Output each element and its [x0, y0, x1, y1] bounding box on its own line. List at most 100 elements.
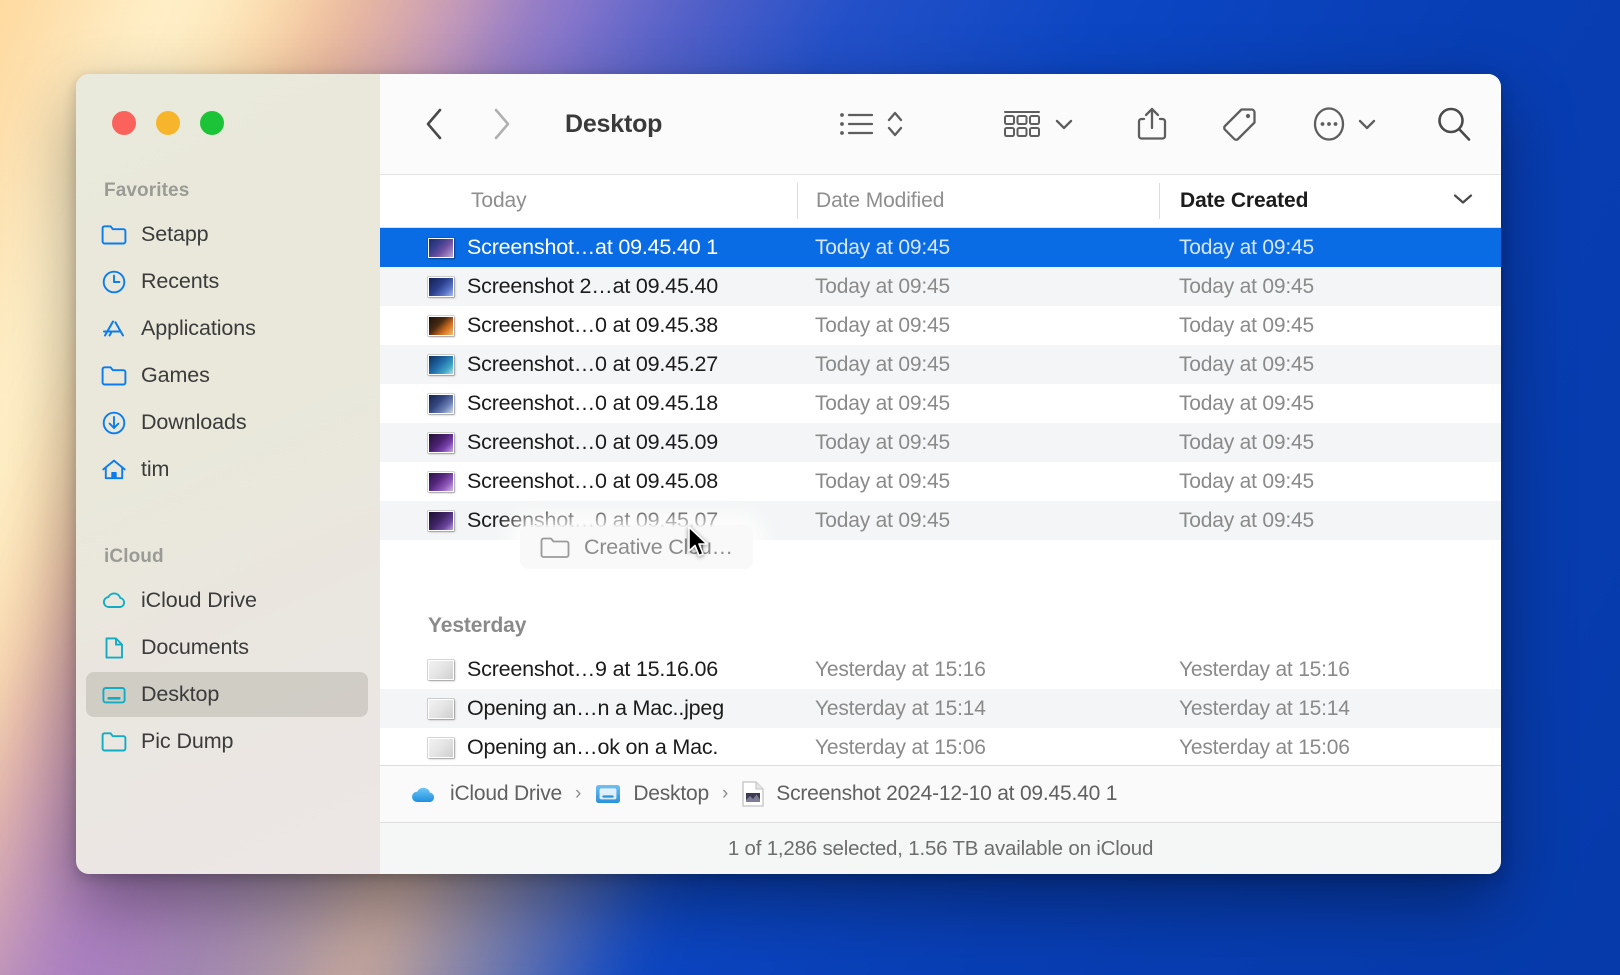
sidebar-item-icloud-drive[interactable]: iCloud Drive	[86, 578, 368, 623]
table-row[interactable]: Screenshot 2…at 09.45.40 Today at 09:45 To…	[380, 267, 1501, 306]
back-button[interactable]	[414, 107, 454, 141]
list-view-icon	[840, 113, 874, 135]
chevron-left-icon	[426, 108, 442, 140]
sidebar-item-documents[interactable]: Documents	[86, 625, 368, 670]
table-row[interactable]: Screenshot…0 at 09.45.08 Today at 09:45 To…	[380, 462, 1501, 501]
breadcrumb-item[interactable]: Screenshot 2024-12-10 at 09.45.40 1	[741, 780, 1117, 808]
search-icon	[1438, 107, 1471, 141]
maximize-button[interactable]	[200, 111, 224, 135]
group-by-button[interactable]	[1001, 107, 1043, 141]
date-created-cell: Yesterday at 15:06	[1179, 735, 1350, 759]
sidebar-item-label: Desktop	[141, 682, 220, 706]
sidebar-item-label: Recents	[141, 269, 220, 293]
search-button[interactable]	[1435, 105, 1473, 143]
forward-button[interactable]	[482, 107, 522, 141]
desktop-folder-icon	[594, 782, 622, 806]
group-grid-icon	[1004, 111, 1040, 137]
date-modified-cell: Yesterday at 15:06	[815, 735, 986, 759]
date-created-cell: Today at 09:45	[1179, 235, 1314, 259]
sidebar-item-pic-dump[interactable]: Pic Dump	[86, 719, 368, 764]
column-header-name[interactable]: Today	[380, 189, 797, 213]
sidebar-section-icloud-title: iCloud	[104, 546, 164, 567]
chevron-up-down-icon	[887, 111, 903, 137]
file-thumbnail-icon	[428, 432, 454, 453]
toolbar-actions	[839, 105, 1473, 143]
sort-order-button[interactable]	[885, 107, 905, 141]
tags-button[interactable]	[1222, 106, 1258, 142]
minimize-button[interactable]	[156, 111, 180, 135]
table-row[interactable]: Screenshot…9 at 15.16.06 Yesterday at 15:…	[380, 650, 1501, 689]
home-icon	[101, 457, 127, 483]
table-row[interactable]: Screenshot…0 at 09.45.38 Today at 09:45 To…	[380, 306, 1501, 345]
folder-icon	[101, 363, 127, 389]
file-thumbnail-icon	[428, 354, 454, 375]
date-modified-cell: Yesterday at 15:14	[815, 696, 986, 720]
file-name-label: Opening an…ok on a Mac.	[467, 735, 719, 759]
document-icon	[101, 635, 127, 661]
desktop-icon	[101, 682, 127, 708]
folder-outline-icon	[540, 537, 570, 558]
sidebar-item-label: Downloads	[141, 410, 247, 434]
date-modified-cell: Today at 09:45	[815, 469, 950, 493]
sidebar-icloud-list: iCloud Drive Documents Desktop Pic Dump	[76, 578, 380, 764]
date-modified-cell: Today at 09:45	[815, 274, 950, 298]
date-created-cell: Yesterday at 15:14	[1179, 696, 1350, 720]
table-row[interactable]: Screenshot…0 at 09.45.09 Today at 09:45 To…	[380, 423, 1501, 462]
tag-icon	[1223, 108, 1256, 141]
file-name-cell: Screenshot…0 at 09.45.09	[380, 430, 797, 455]
sidebar-item-downloads[interactable]: Downloads	[86, 400, 368, 445]
breadcrumb-item[interactable]: Desktop	[594, 782, 709, 806]
more-options-dropdown[interactable]	[1357, 117, 1377, 131]
sidebar-item-setapp[interactable]: Setapp	[86, 212, 368, 257]
date-created-cell: Today at 09:45	[1179, 391, 1314, 415]
column-header-date-modified[interactable]: Date Modified	[797, 183, 1159, 219]
clock-icon	[101, 269, 127, 295]
column-header-date-created[interactable]: Date Created	[1159, 183, 1501, 219]
sidebar-section-favorites-title: Favorites	[104, 180, 190, 201]
breadcrumb-separator: ›	[721, 783, 729, 804]
file-thumbnail-icon	[428, 737, 454, 758]
sidebar-item-desktop[interactable]: Desktop	[86, 672, 368, 717]
breadcrumb-label: Screenshot 2024-12-10 at 09.45.40 1	[776, 782, 1118, 805]
toolbar: Desktop	[380, 74, 1501, 175]
sidebar-item-label: tim	[141, 457, 170, 481]
date-modified-cell: Today at 09:45	[815, 352, 950, 376]
date-modified-cell: Today at 09:45	[815, 313, 950, 337]
table-row[interactable]: Screenshot…at 09.45.40 1 Today at 09:45 To…	[380, 228, 1501, 267]
sort-direction-icon	[1451, 191, 1475, 212]
file-name-cell: Screenshot…9 at 15.16.06	[380, 657, 797, 682]
file-list[interactable]: Screenshot…at 09.45.40 1 Today at 09:45 To…	[380, 228, 1501, 765]
list-view-button[interactable]	[839, 109, 875, 139]
date-modified-cell: Yesterday at 15:16	[815, 657, 986, 681]
file-thumbnail-icon	[428, 698, 454, 719]
table-row[interactable]: Opening an…n a Mac..jpeg Yesterday at 15:…	[380, 689, 1501, 728]
share-button[interactable]	[1136, 105, 1168, 143]
file-name-label: Screenshot 2…at 09.45.40	[467, 274, 718, 298]
sidebar-item-label: Games	[141, 363, 210, 387]
finder-window: Favorites Setapp Recents Applications Games…	[76, 74, 1501, 874]
breadcrumb-item[interactable]: iCloud Drive	[409, 782, 562, 806]
file-name-cell: Opening an…ok on a Mac.	[380, 735, 797, 760]
more-options-button[interactable]	[1312, 105, 1346, 143]
table-row[interactable]: Opening an…ok on a Mac. Yesterday at 15:0…	[380, 728, 1501, 765]
column-header-date-modified-label: Date Modified	[816, 189, 945, 212]
file-thumbnail-icon	[428, 659, 454, 680]
file-thumbnail-icon	[428, 237, 454, 258]
sidebar-item-recents[interactable]: Recents	[86, 259, 368, 304]
breadcrumb-label: Desktop	[633, 782, 709, 805]
group-by-dropdown[interactable]	[1054, 117, 1074, 131]
group-header-label: Yesterday	[428, 614, 527, 637]
table-row[interactable]: Screenshot…0 at 09.45.18 Today at 09:45 To…	[380, 384, 1501, 423]
app-store-icon	[101, 316, 127, 342]
file-name-cell: Screenshot 2…at 09.45.40	[380, 274, 797, 299]
path-bar: iCloud Drive › Desktop › Screenshot 2024-12-…	[380, 765, 1501, 822]
sidebar-item-applications[interactable]: Applications	[86, 306, 368, 351]
folder-icon	[101, 222, 127, 248]
file-name-cell: Screenshot…0 at 09.45.18	[380, 391, 797, 416]
date-created-cell: Yesterday at 15:16	[1179, 657, 1350, 681]
sidebar-item-games[interactable]: Games	[86, 353, 368, 398]
folder-icon	[101, 729, 127, 755]
table-row[interactable]: Screenshot…0 at 09.45.27 Today at 09:45 To…	[380, 345, 1501, 384]
close-button[interactable]	[112, 111, 136, 135]
sidebar-item-tim[interactable]: tim	[86, 447, 368, 492]
